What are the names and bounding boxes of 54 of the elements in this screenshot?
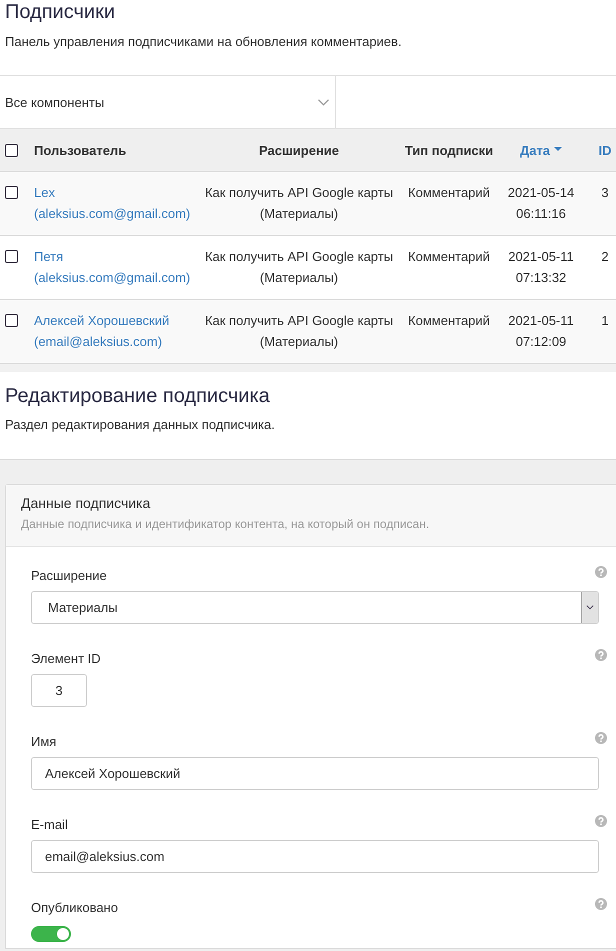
help-icon [595,566,607,578]
content-title: Как получить API Google карты [204,249,394,264]
card-title: Данные подписчика [21,494,152,512]
user-email: (email@aleksius.com) [34,334,162,349]
extension-name: (Материалы) [260,334,338,349]
column-header: Расширение [258,142,340,158]
extension-name: (Материалы) [260,206,338,221]
sort-link[interactable]: ID [598,142,612,158]
field-label: Опубликовано [31,899,118,917]
chevron-down-icon [586,605,594,610]
subscription-date: 2021-05-14 06:11:16 [508,185,574,221]
subscription-type: Комментарий [408,185,490,200]
subscription-id: 3 [601,185,609,200]
input-field[interactable]: email@aleksius.com [31,840,599,873]
help-icon [595,649,607,661]
row-checkbox[interactable] [5,186,18,199]
user-email: (aleksius.com@gmail.com) [34,270,190,285]
row-checkbox[interactable] [5,314,18,327]
toggle-switch[interactable] [31,926,71,942]
component-filter[interactable]: Все компоненты [0,76,336,128]
section-title: Редактирование подписчика [4,384,271,408]
subscription-type: Комментарий [408,313,490,328]
help-icon [595,898,607,910]
select-all-checkbox[interactable] [5,144,18,156]
user-name-link[interactable]: Алексей Хорошевский [34,313,170,328]
select-field[interactable]: Материалы [31,591,599,624]
user-name-link[interactable]: Lex [34,185,55,200]
subscription-date: 2021-05-11 07:13:32 [508,249,574,285]
field-label: Имя [31,733,56,751]
help-icon [595,732,607,744]
input-field[interactable]: Алексей Хорошевский [31,757,599,790]
content-title: Как получить API Google карты [204,313,394,328]
column-header: Тип подписки [404,142,494,158]
column-header: Пользователь [34,142,126,158]
field-label: Расширение [31,567,107,585]
page-title: Подписчики [4,0,116,24]
chevron-down-icon [318,98,329,106]
user-name-link[interactable]: Петя [34,249,64,264]
input-field[interactable]: 3 [31,674,87,707]
help-icon [595,815,607,827]
section-description: Раздел редактирования данных подписчика. [4,416,276,434]
row-checkbox[interactable] [5,250,18,263]
field-label: E-mail [31,816,68,834]
sort-link[interactable]: Дата [520,142,562,158]
subscription-date: 2021-05-11 07:12:09 [508,313,574,349]
user-email: (aleksius.com@gmail.com) [34,206,190,221]
content-title: Как получить API Google карты [204,185,394,200]
card-description: Данные подписчика и идентификатор контента, на который он подписан. [21,516,430,532]
subscription-id: 1 [601,313,609,328]
subscription-type: Комментарий [408,249,490,264]
extension-name: (Материалы) [260,270,338,285]
page-description: Панель управления подписчиками на обновления комментариев. [4,33,403,51]
field-label: Элемент ID [31,650,101,668]
subscription-id: 2 [601,249,609,264]
